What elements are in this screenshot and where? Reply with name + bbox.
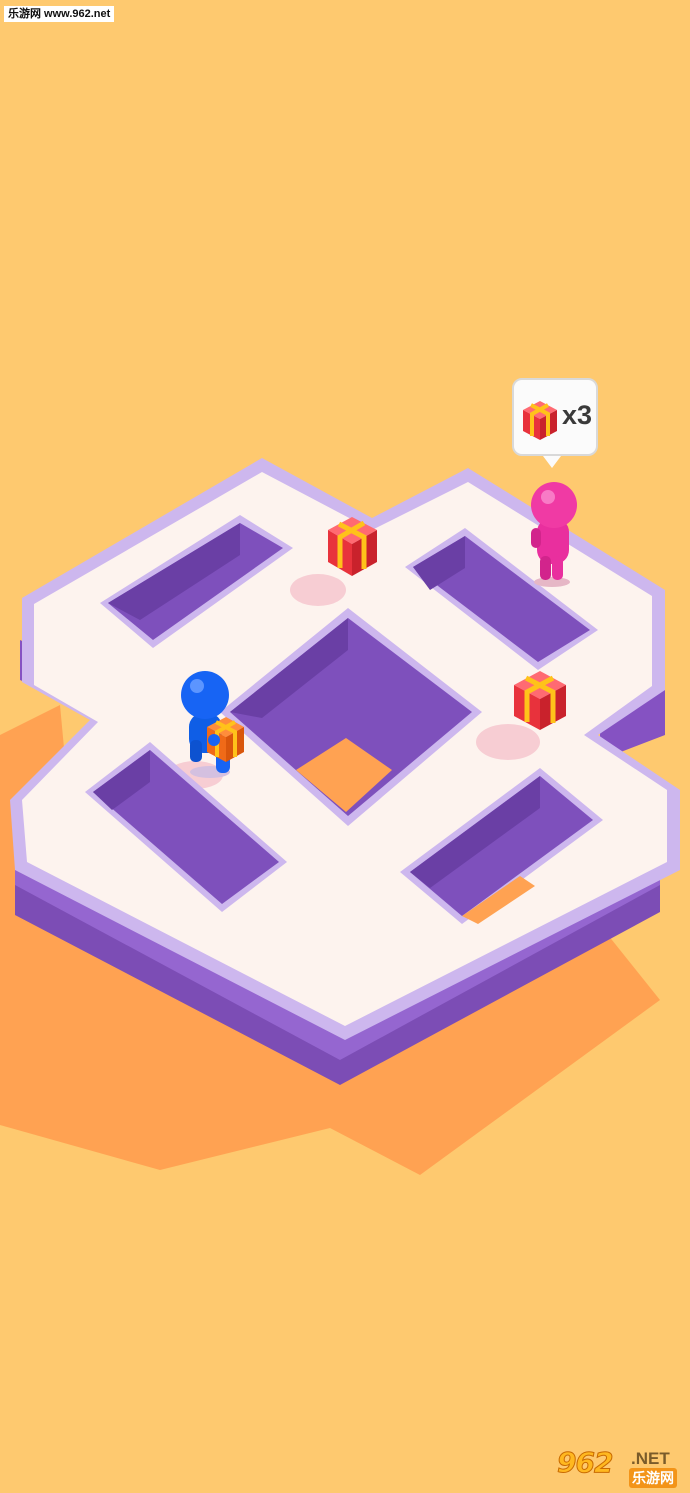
logo-net-text: .NET bbox=[631, 1449, 670, 1468]
gift-counter-text: x3 bbox=[562, 400, 593, 430]
gift-icon bbox=[523, 401, 557, 440]
logo-sub-text: 乐游网 bbox=[629, 1468, 677, 1488]
watermark-top: 乐游网 www.962.net bbox=[4, 6, 115, 22]
game-scene bbox=[0, 458, 680, 1175]
logo-main-text: 962 bbox=[556, 1446, 613, 1480]
site-logo: 962 .NET 乐游网 bbox=[551, 1446, 685, 1488]
gift-counter-bubble: x3 bbox=[512, 378, 598, 456]
